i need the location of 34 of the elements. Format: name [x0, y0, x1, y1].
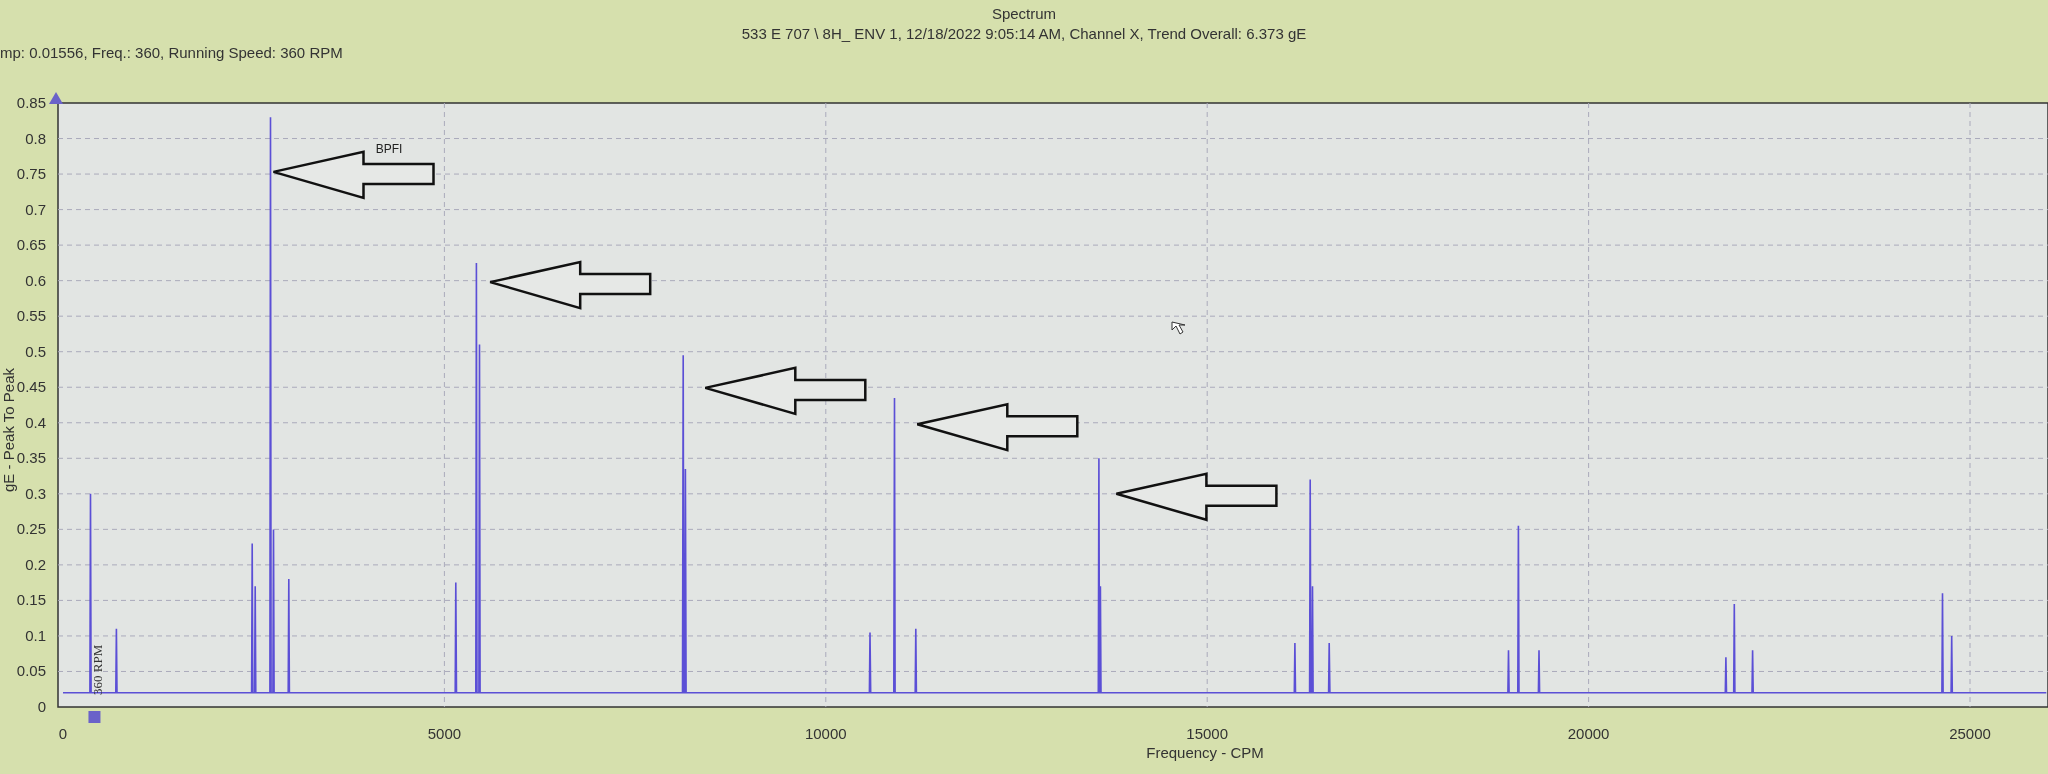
running-speed-marker[interactable] [88, 711, 101, 723]
y-tick-label: 0.75 [16, 165, 46, 183]
y-tick-label: 0.05 [16, 662, 46, 680]
running-speed-label: 360 RPM [90, 644, 106, 695]
annotation-label: BPFI [375, 141, 403, 156]
x-tick-label: 15000 [1186, 725, 1229, 742]
y-tick-label: 0.8 [25, 129, 46, 147]
y-tick-label: 0.4 [25, 413, 46, 431]
x-tick-label: 0 [58, 725, 68, 742]
y-tick-label: 0.2 [25, 555, 46, 573]
triangle-marker-icon[interactable] [49, 92, 63, 104]
cursor-readout: mp: 0.01556, Freq.: 360, Running Speed: 360 RPM [0, 43, 343, 63]
y-tick-label: 0.6 [25, 271, 46, 289]
y-tick-label: 0.5 [25, 342, 46, 360]
y-tick-label: 0.25 [16, 520, 46, 538]
y-tick-label: 0.7 [25, 200, 46, 218]
y-tick-label: 0.65 [16, 236, 46, 254]
chart-subtitle: 533 E 707 \ 8H_ ENV 1, 12/18/2022 9:05:14 AM, Channel X, Trend Overall: 6.373 gE [741, 24, 1307, 44]
y-tick-label: 0.3 [25, 484, 46, 502]
x-tick-label: 20000 [1567, 725, 1610, 742]
x-axis-title: Frequency - CPM [1146, 744, 1264, 761]
x-tick-label: 10000 [804, 725, 847, 742]
y-tick-label: 0 [37, 698, 46, 715]
x-tick-label: 25000 [1949, 725, 1991, 742]
y-axis-title: gE - Peak To Peak [0, 368, 17, 492]
y-tick-label: 0.35 [16, 449, 46, 467]
y-tick-label: 0.85 [16, 94, 46, 111]
y-tick-label: 0.1 [25, 626, 46, 644]
y-tick-label: 0.15 [16, 591, 46, 609]
x-tick-label: 5000 [427, 725, 462, 742]
chart-title: Spectrum [991, 4, 1057, 24]
y-tick-label: 0.45 [16, 378, 46, 396]
mouse-cursor-icon [1171, 321, 1186, 335]
y-tick-label: 0.55 [16, 307, 46, 325]
